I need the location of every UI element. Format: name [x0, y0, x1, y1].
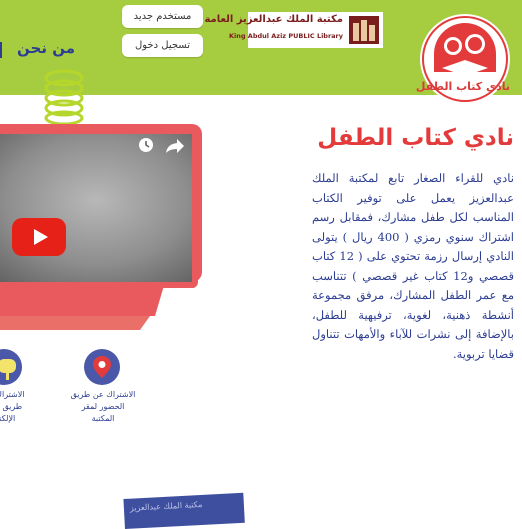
youtube-play-button[interactable] — [12, 218, 66, 256]
watch-later-icon[interactable] — [138, 137, 154, 153]
location-pin-icon — [93, 356, 111, 378]
subscribe-in-person-button[interactable] — [84, 349, 120, 385]
library-name-english: King Abdul Aziz PUBLIC Library — [229, 32, 343, 40]
club-logo[interactable]: نادي كتاب الطفل — [415, 14, 510, 104]
subscribe-in-person-label: الاشتراك عن طريق الحضور لمقر المكتبة — [70, 390, 136, 423]
library-logo[interactable]: مكتبة الملك عبدالعزيز العامة King Abdul … — [204, 12, 383, 48]
play-icon — [34, 229, 48, 245]
nav-about-link[interactable]: من نحن — [0, 39, 75, 63]
login-button[interactable]: تسجيل دخول — [122, 34, 203, 57]
mailbox-icon — [0, 359, 16, 380]
library-name-arabic: مكتبة الملك عبدالعزيز العامة — [204, 14, 343, 25]
book-cover-label: مكتبة الملك عبدالعزيز — [129, 499, 203, 513]
share-icon[interactable] — [165, 138, 185, 154]
club-logo-caption: نادي كتاب الطفل — [415, 80, 510, 93]
new-user-button[interactable]: مستخدم جديد — [122, 5, 203, 28]
tv-stand — [0, 282, 165, 330]
library-emblem-icon — [349, 16, 379, 44]
book-illustration: مكتبة الملك عبدالعزيز — [123, 492, 245, 529]
club-description: نادي للقراء الصغار تابع لمكتبة الملك عبد… — [312, 171, 515, 361]
subscribe-by-mail-label: الاشتراك عن طريق البريد الإلكتروني — [0, 390, 25, 423]
page-title: نادي كتاب الطفل — [317, 125, 514, 151]
subscribe-by-mail-button[interactable] — [0, 349, 22, 385]
tv-antenna-spring — [44, 69, 84, 124]
